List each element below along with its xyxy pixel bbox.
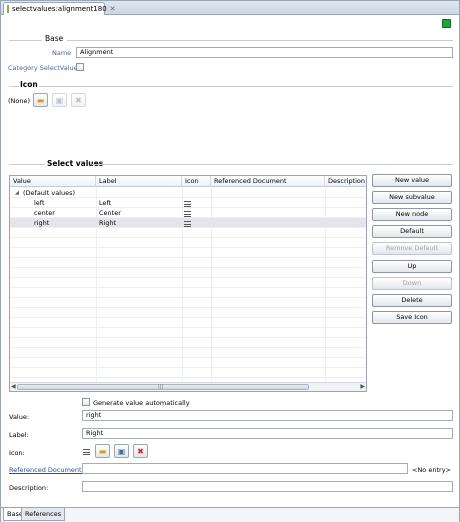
- select-values-divider-right: [92, 164, 453, 165]
- row-label: Right: [99, 219, 117, 227]
- table-row-empty: [10, 328, 366, 338]
- description-input[interactable]: [82, 481, 453, 492]
- table-row[interactable]: left Left: [10, 198, 366, 208]
- table-row-empty: [10, 258, 366, 268]
- floppy-icon: ▣: [117, 446, 126, 456]
- remove-icon-button[interactable]: ✖: [71, 93, 86, 107]
- referenced-document-value: <No entry>: [412, 466, 451, 474]
- remove-icon-button[interactable]: ✖: [133, 444, 148, 458]
- save-icon-button[interactable]: Save Icon: [372, 311, 452, 324]
- editor-tab-alignment[interactable]: selectvalues:alignment180 ✕: [3, 2, 116, 15]
- group-row-label: (Default values): [23, 189, 76, 197]
- horizontal-scrollbar[interactable]: ◀ ||| ▶: [10, 382, 366, 391]
- category-selectvalue-checkbox[interactable]: [76, 63, 84, 71]
- label-label: Label:: [9, 431, 29, 439]
- close-icon[interactable]: ✕: [110, 5, 116, 13]
- editor-tab-title: selectvalues:alignment180: [12, 5, 107, 13]
- column-header-label[interactable]: Label: [96, 176, 182, 187]
- down-button[interactable]: Down: [372, 277, 452, 290]
- value-label: Value:: [9, 413, 30, 421]
- folder-icon: ▬: [36, 95, 45, 105]
- table-row-empty: [10, 238, 366, 248]
- select-values-divider-left: [9, 164, 45, 165]
- category-selectvalue-label: Category SelectValue: [8, 64, 78, 72]
- generate-value-checkbox[interactable]: [82, 398, 90, 406]
- name-input[interactable]: Alignment: [76, 47, 453, 58]
- table-row-empty: [10, 298, 366, 308]
- row-value: center: [34, 209, 55, 217]
- table-row-empty: [10, 288, 366, 298]
- value-input[interactable]: right: [82, 410, 453, 421]
- generate-value-label: Generate value automatically: [93, 399, 190, 407]
- editor-tabbar: selectvalues:alignment180 ✕: [1, 1, 459, 15]
- new-value-button[interactable]: New value: [372, 174, 452, 187]
- table-header: Value Label Icon Referenced Document Des…: [10, 176, 366, 187]
- table-row-empty: [10, 268, 366, 278]
- status-ok-icon: [442, 19, 451, 28]
- select-values-table[interactable]: Value Label Icon Referenced Document Des…: [9, 175, 367, 392]
- scrollbar-grip-icon: |||: [158, 384, 164, 390]
- delete-x-icon: ✖: [137, 446, 144, 456]
- up-button[interactable]: Up: [372, 260, 452, 273]
- description-label: Description:: [9, 484, 49, 492]
- default-button[interactable]: Default: [372, 225, 452, 238]
- referenced-document-link[interactable]: Referenced Document:: [9, 466, 84, 474]
- name-label: Name: [52, 49, 72, 57]
- label-input[interactable]: Right: [82, 428, 453, 439]
- table-row-empty: [10, 228, 366, 238]
- column-header-value[interactable]: Value: [10, 176, 96, 187]
- bottom-tabbar: Base References: [1, 507, 459, 522]
- selectvalues-file-icon: [7, 5, 9, 13]
- folder-icon: ▬: [98, 446, 107, 456]
- table-row-empty: [10, 248, 366, 258]
- new-subvalue-button[interactable]: New subvalue: [372, 191, 452, 204]
- table-row-selected[interactable]: right Right: [10, 218, 366, 228]
- referenced-document-input[interactable]: [82, 463, 408, 474]
- base-divider-left: [9, 40, 42, 41]
- column-header-referenced-document[interactable]: Referenced Document: [211, 176, 325, 187]
- base-section-title: Base: [45, 34, 64, 43]
- table-row-empty: [10, 308, 366, 318]
- expand-triangle-icon[interactable]: ◢: [15, 188, 19, 198]
- open-folder-button[interactable]: ▬: [95, 444, 110, 458]
- remove-default-button[interactable]: Remove Default: [372, 242, 452, 255]
- table-row-empty: [10, 278, 366, 288]
- editor-window: selectvalues:alignment180 ✕ Base Name Al…: [0, 0, 460, 522]
- table-row-empty: [10, 368, 366, 378]
- table-row-empty: [10, 318, 366, 328]
- save-icon-button[interactable]: ▣: [52, 93, 67, 107]
- icon-current-value: (None): [8, 97, 31, 105]
- table-row[interactable]: center Center: [10, 208, 366, 218]
- delete-button[interactable]: Delete: [372, 294, 452, 307]
- column-header-icon[interactable]: Icon: [182, 176, 211, 187]
- floppy-icon: ▣: [55, 95, 64, 105]
- table-row-empty: [10, 348, 366, 358]
- scroll-left-arrow-icon[interactable]: ◀: [11, 383, 16, 390]
- row-value: right: [34, 219, 50, 227]
- row-label: Center: [99, 209, 121, 217]
- table-row-empty: [10, 358, 366, 368]
- table-row-empty: [10, 338, 366, 348]
- icon-divider-right: [39, 86, 453, 87]
- icon-field-label: Icon:: [9, 449, 25, 457]
- scroll-right-arrow-icon[interactable]: ▶: [360, 383, 365, 390]
- delete-x-icon: ✖: [75, 95, 82, 105]
- list-icon: [83, 449, 90, 457]
- base-divider-right: [67, 40, 453, 41]
- new-node-button[interactable]: New node: [372, 208, 452, 221]
- table-row-group[interactable]: ◢ (Default values): [10, 188, 366, 198]
- open-folder-button[interactable]: ▬: [33, 93, 48, 107]
- icon-section-title: Icon: [20, 80, 38, 89]
- tab-references[interactable]: References: [21, 508, 66, 521]
- icon-divider-left: [9, 86, 19, 87]
- column-header-description[interactable]: Description: [325, 176, 366, 187]
- row-label: Left: [99, 199, 112, 207]
- row-value: left: [34, 199, 45, 207]
- save-icon-file-button[interactable]: ▣: [114, 444, 129, 458]
